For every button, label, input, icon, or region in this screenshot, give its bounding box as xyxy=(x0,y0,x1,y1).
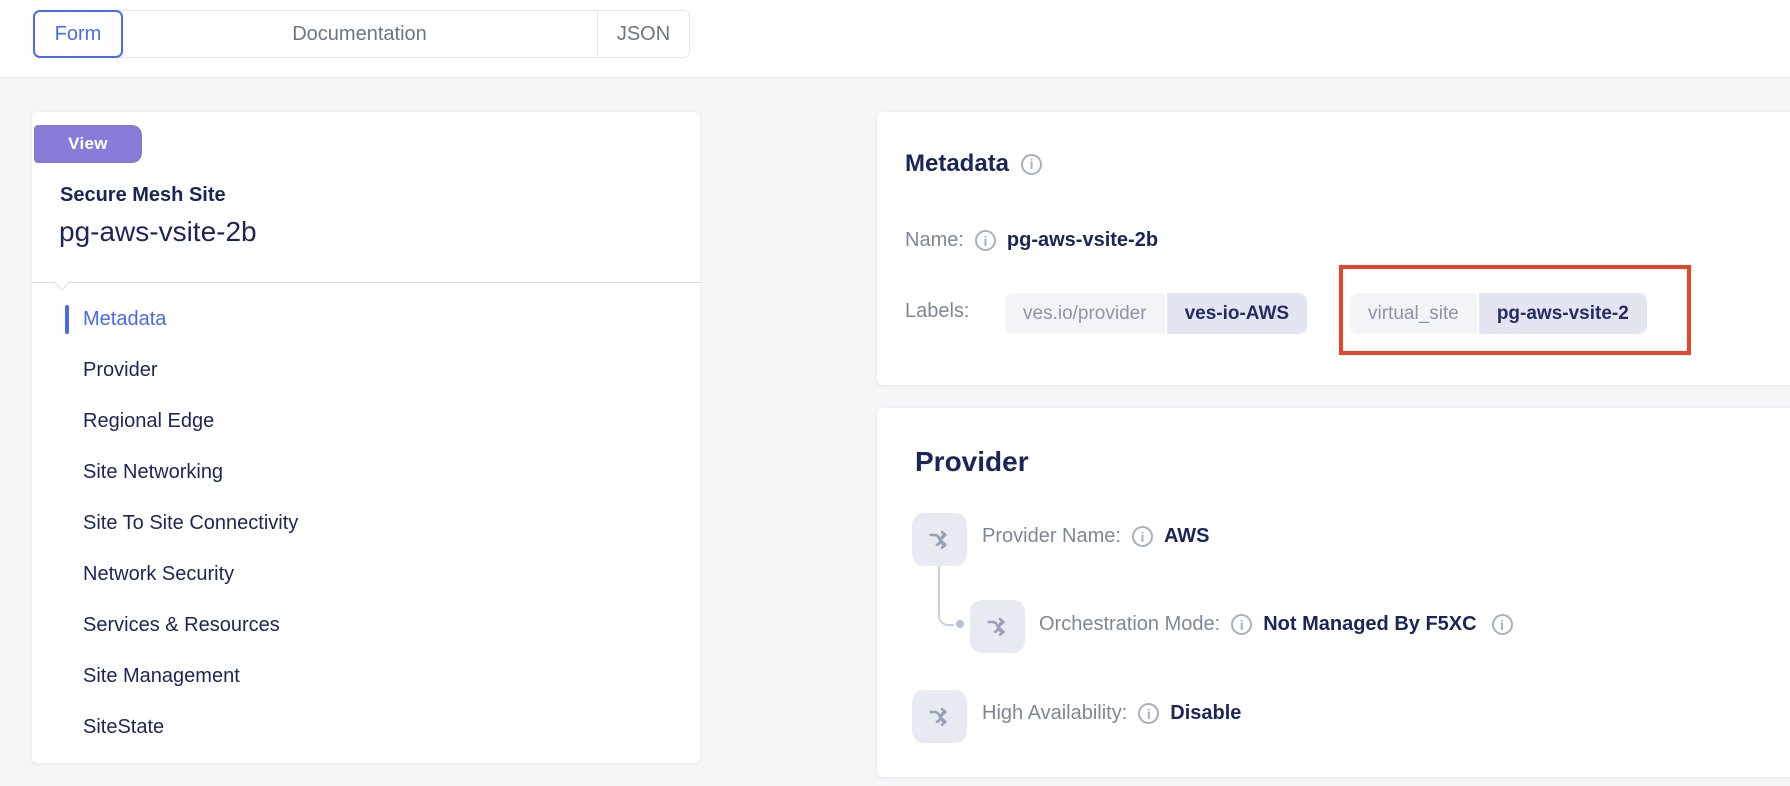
top-tab-bar: Form Documentation JSON xyxy=(0,0,1790,78)
nav-item-sitestate[interactable]: SiteState xyxy=(32,702,700,753)
label-value: ves-io-AWS xyxy=(1167,293,1308,334)
chevron-down-notch-icon xyxy=(54,274,71,291)
provider-card-title: Provider xyxy=(915,446,1029,478)
sidebar-divider xyxy=(32,282,700,283)
label-value: pg-aws-vsite-2 xyxy=(1479,293,1647,334)
branch-shuffle-icon xyxy=(912,690,967,743)
high-availability-row: High Availability: i Disable xyxy=(982,702,1241,725)
label-pair-virtual-site: virtual_site pg-aws-vsite-2 xyxy=(1350,293,1647,334)
orchestration-mode-value: Not Managed By F5XC xyxy=(1263,613,1476,636)
nav-item-site-networking[interactable]: Site Networking xyxy=(32,447,700,498)
object-type-label: Secure Mesh Site xyxy=(60,184,226,207)
provider-name-row: Provider Name: i AWS xyxy=(982,525,1210,548)
nav-item-services-resources[interactable]: Services & Resources xyxy=(32,600,700,651)
nav-item-site-to-site-connectivity[interactable]: Site To Site Connectivity xyxy=(32,498,700,549)
tab-form[interactable]: Form xyxy=(33,10,123,58)
nav-item-network-security[interactable]: Network Security xyxy=(32,549,700,600)
info-icon[interactable]: i xyxy=(1138,703,1159,724)
tree-connector-dot xyxy=(956,620,964,628)
high-availability-value: Disable xyxy=(1170,702,1241,725)
metadata-card: Metadata i Name: i pg-aws-vsite-2b Label… xyxy=(877,112,1790,385)
tab-json[interactable]: JSON xyxy=(598,11,689,57)
provider-name-value: AWS xyxy=(1164,525,1210,548)
labels-label: Labels: xyxy=(905,300,970,323)
sidebar-panel: View Secure Mesh Site pg-aws-vsite-2b Me… xyxy=(32,112,700,763)
label-pair-provider: ves.io/provider ves-io-AWS xyxy=(1005,293,1307,334)
provider-card: Provider Provider Name: i AWS Orchestrat… xyxy=(877,408,1790,777)
tab-documentation[interactable]: Documentation xyxy=(122,11,598,57)
branch-shuffle-icon xyxy=(912,513,967,566)
branch-shuffle-icon xyxy=(970,600,1025,653)
nav-item-site-management[interactable]: Site Management xyxy=(32,651,700,702)
info-icon[interactable]: i xyxy=(1132,526,1153,547)
nav-item-metadata[interactable]: Metadata xyxy=(32,294,700,345)
object-name: pg-aws-vsite-2b xyxy=(59,216,257,248)
label-key: ves.io/provider xyxy=(1005,293,1165,334)
tree-connector-line xyxy=(938,566,954,626)
labels-area: Labels: ves.io/provider ves-io-AWS virtu… xyxy=(877,112,1790,385)
info-icon[interactable]: i xyxy=(1231,614,1252,635)
section-nav: Metadata Provider Regional Edge Site Net… xyxy=(32,294,700,753)
view-badge: View xyxy=(34,125,142,163)
orchestration-mode-row: Orchestration Mode: i Not Managed By F5X… xyxy=(1039,613,1513,636)
view-mode-tabstrip: Form Documentation JSON xyxy=(33,10,690,58)
orchestration-mode-label: Orchestration Mode: xyxy=(1039,613,1220,636)
high-availability-label: High Availability: xyxy=(982,702,1127,725)
label-key: virtual_site xyxy=(1350,293,1477,334)
nav-item-regional-edge[interactable]: Regional Edge xyxy=(32,396,700,447)
info-icon[interactable]: i xyxy=(1492,614,1513,635)
nav-item-provider[interactable]: Provider xyxy=(32,345,700,396)
provider-name-label: Provider Name: xyxy=(982,525,1121,548)
